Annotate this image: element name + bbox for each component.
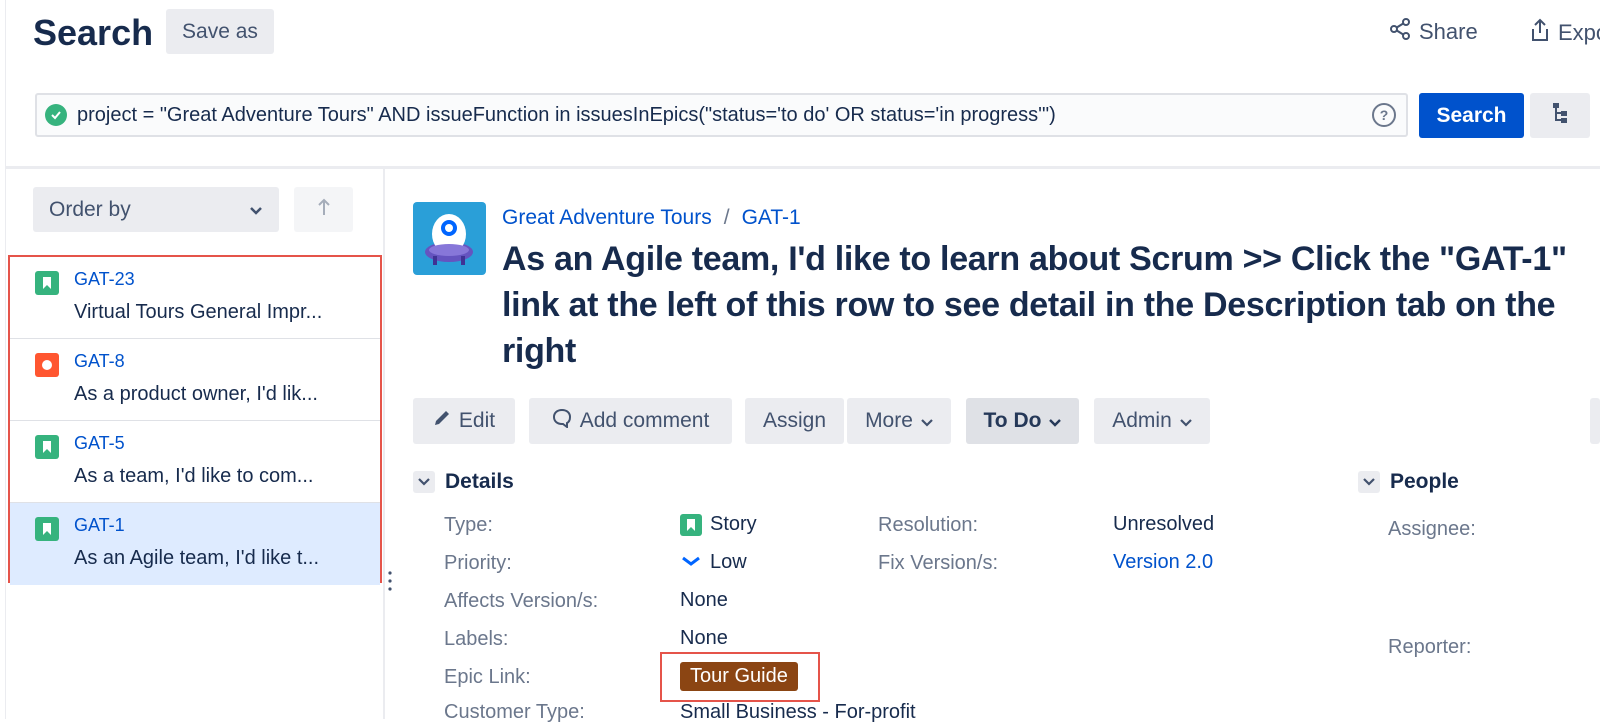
labels-value: None [680,627,728,649]
list-item[interactable]: GAT-5 As a team, I'd like to com... [10,421,380,503]
reporter-label: Reporter: [1388,636,1472,658]
customer-type-label: Customer Type: [444,701,585,723]
priority-value: Low [680,551,747,574]
story-icon [35,271,59,295]
project-avatar [413,202,486,275]
share-button[interactable]: Share [1389,18,1478,46]
more-button[interactable]: More [847,398,951,444]
labels-label: Labels: [444,628,509,650]
order-by-label: Order by [49,197,131,221]
valid-query-check-icon [45,104,67,126]
edit-label: Edit [458,409,496,432]
order-by-dropdown[interactable]: Order by [33,187,279,232]
panel-divider[interactable] [383,168,385,719]
bug-icon [35,353,59,377]
resolution-value: Unresolved [1113,513,1215,535]
chevron-down-icon [921,409,933,433]
arrow-up-icon [317,196,331,224]
export-label: Expo [1558,20,1600,45]
issue-list: GAT-23 Virtual Tours General Impr... GAT… [8,255,382,585]
export-button[interactable]: Expo [1530,18,1600,48]
issue-summary: As a product owner, I'd lik... [74,383,318,405]
resize-handle-icon[interactable] [388,570,392,597]
chevron-down-icon [249,198,263,222]
customer-type-value: Small Business - For-profit [680,701,916,723]
issue-summary: As an Agile team, I'd like t... [74,547,320,569]
issue-summary: As a team, I'd like to com... [74,465,314,487]
add-comment-button[interactable]: Add comment [529,398,732,444]
sort-direction-button[interactable] [294,187,353,232]
page-title: Search [33,12,154,53]
fix-version-link[interactable]: Version 2.0 [1113,551,1213,574]
more-label: More [865,409,913,432]
chevron-down-icon [413,471,435,493]
assign-label: Assign [762,409,827,432]
list-item-selected[interactable]: GAT-1 As an Agile team, I'd like t... [10,503,380,585]
epic-link-label: Epic Link: [444,666,531,688]
jql-query-input[interactable]: project = "Great Adventure Tours" AND is… [35,93,1408,137]
hierarchy-icon [1552,102,1568,129]
share-icon [1389,18,1411,46]
toolbar-overflow-button[interactable] [1590,398,1600,444]
admin-button[interactable]: Admin [1094,398,1210,444]
type-label: Type: [444,514,493,536]
list-item[interactable]: GAT-23 Virtual Tours General Impr... [10,257,380,339]
priority-value-text: Low [710,551,747,573]
people-section-header[interactable]: People [1358,470,1459,494]
fix-version-label: Fix Version/s: [878,552,999,574]
pencil-icon [433,409,451,433]
issue-key-link[interactable]: GAT-1 [74,515,125,536]
issue-key-link[interactable]: GAT-5 [74,433,125,454]
issue-summary-title[interactable]: As an Agile team, I'd like to learn abou… [502,236,1582,374]
chevron-down-icon [1179,409,1192,433]
breadcrumb-separator: / [723,206,730,229]
story-icon [680,513,702,536]
chevron-down-icon [1049,409,1062,433]
share-label: Share [1419,19,1478,44]
status-transition-button[interactable]: To Do [966,398,1079,444]
add-comment-label: Add comment [579,409,710,432]
story-icon [35,435,59,459]
affects-version-label: Affects Version/s: [444,590,599,612]
priority-label: Priority: [444,552,512,574]
resolution-label: Resolution: [878,514,979,536]
story-icon [35,517,59,541]
breadcrumb: Great Adventure Tours / GAT-1 [502,206,801,230]
edit-button[interactable]: Edit [413,398,515,444]
export-icon [1530,18,1550,48]
type-value-text: Story [710,513,757,535]
status-label: To Do [983,409,1042,432]
type-value: Story [680,513,757,536]
left-edge-divider [5,0,6,719]
breadcrumb-issue-link[interactable]: GAT-1 [742,206,801,230]
comment-icon [552,408,572,434]
list-item[interactable]: GAT-8 As a product owner, I'd lik... [10,339,380,421]
priority-low-icon [680,551,702,574]
jql-query-text: project = "Great Adventure Tours" AND is… [77,103,1056,126]
breadcrumb-project-link[interactable]: Great Adventure Tours [502,206,712,230]
epic-link-lozenge[interactable]: Tour Guide [680,662,798,691]
issue-key-link[interactable]: GAT-23 [74,269,135,290]
admin-label: Admin [1112,409,1172,432]
save-as-button[interactable]: Save as [166,9,274,54]
details-heading: Details [445,470,514,493]
people-heading: People [1390,470,1459,493]
affects-version-value: None [680,589,728,611]
search-button[interactable]: Search [1419,93,1524,138]
chevron-down-icon [1358,471,1380,493]
switch-view-button[interactable] [1530,93,1590,138]
assignee-label: Assignee: [1388,518,1476,540]
issue-summary: Virtual Tours General Impr... [74,301,323,323]
help-icon[interactable]: ? [1372,103,1396,127]
issue-key-link[interactable]: GAT-8 [74,351,125,372]
header-divider [6,166,1600,169]
details-section-header[interactable]: Details [413,470,514,494]
assign-button[interactable]: Assign [745,398,844,444]
